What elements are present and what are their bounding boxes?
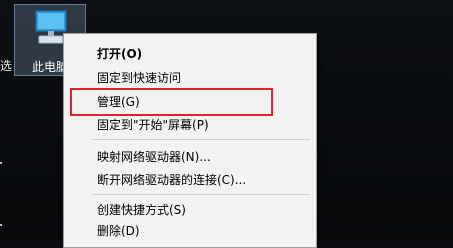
menu-item-map-drive[interactable]: 映射网络驱动器(N)... xyxy=(97,150,211,164)
menu-item-create-shortcut[interactable]: 创建快捷方式(S) xyxy=(97,203,186,217)
desktop-edge-mark-2 xyxy=(0,224,2,226)
menu-item-pin-quick-access[interactable]: 固定到快速访问 xyxy=(97,71,181,85)
menu-item-pin-start[interactable]: 固定到"开始"屏幕(P) xyxy=(97,118,209,132)
desktop-edge-label: 选 xyxy=(0,59,13,73)
menu-item-disconnect-drive[interactable]: 断开网络驱动器的连接(C)... xyxy=(97,173,246,187)
menu-separator xyxy=(92,139,310,140)
desktop-edge-mark xyxy=(0,162,2,164)
context-menu: 打开(O) 固定到快速访问 管理(G) 固定到"开始"屏幕(P) 映射网络驱动器… xyxy=(63,33,317,248)
desktop-background: 选 此电脑 打开(O) 固定到快速访问 管理(G) 固定到"开始"屏幕(P) 映… xyxy=(0,0,453,248)
menu-item-delete[interactable]: 删除(D) xyxy=(97,224,140,238)
menu-item-open[interactable]: 打开(O) xyxy=(97,47,142,61)
menu-item-manage[interactable]: 管理(G) xyxy=(97,95,140,109)
menu-separator-2 xyxy=(92,194,310,195)
